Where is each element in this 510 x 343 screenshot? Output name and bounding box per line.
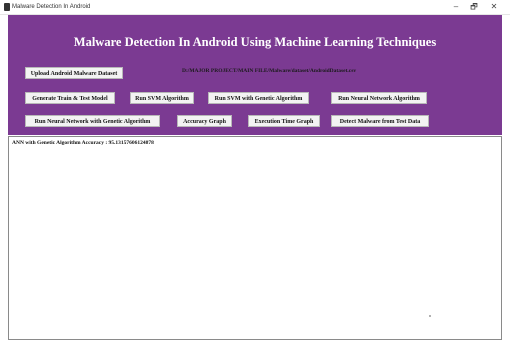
accuracy-graph-button[interactable]: Accuracy Graph xyxy=(177,115,232,127)
window-title: Malware Detection In Android xyxy=(12,4,91,10)
generate-model-button[interactable]: Generate Train & Test Model xyxy=(25,92,115,104)
run-svm-genetic-button[interactable]: Run SVM with Genetic Algorithm xyxy=(208,92,309,104)
execution-time-graph-button[interactable]: Execution Time Graph xyxy=(248,115,320,127)
close-icon[interactable]: ✕ xyxy=(486,0,502,14)
detect-malware-button[interactable]: Detect Malware from Test Data xyxy=(331,115,429,127)
title-bar: Malware Detection In Android – 🗗 ✕ xyxy=(0,0,510,15)
maximize-icon[interactable]: 🗗 xyxy=(466,0,482,14)
upload-dataset-button[interactable]: Upload Android Malware Dataset xyxy=(25,67,123,79)
feather-icon xyxy=(4,3,10,11)
output-text-area[interactable]: ANN with Genetic Algorithm Accuracy : 95… xyxy=(8,136,502,340)
run-neural-network-genetic-button[interactable]: Run Neural Network with Genetic Algorith… xyxy=(25,115,160,127)
mouse-cursor-icon xyxy=(429,315,431,317)
dataset-path-label: D:/MAJOR PROJECT/MAIN FILE/Malware/datas… xyxy=(182,68,357,74)
run-svm-button[interactable]: Run SVM Algorithm xyxy=(130,92,194,104)
control-panel: Malware Detection In Android Using Machi… xyxy=(8,15,502,135)
minimize-icon[interactable]: – xyxy=(448,0,464,14)
output-line: ANN with Genetic Algorithm Accuracy : 95… xyxy=(12,140,154,146)
app-header: Malware Detection In Android Using Machi… xyxy=(73,35,437,49)
run-neural-network-button[interactable]: Run Neural Network Algorithm xyxy=(331,92,427,104)
